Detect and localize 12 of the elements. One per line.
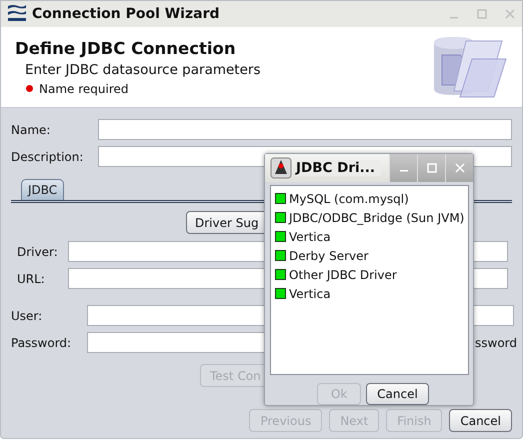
error-message: Name required bbox=[39, 82, 128, 96]
window-title: Connection Pool Wizard bbox=[32, 6, 220, 22]
page-subtitle: Enter JDBC datasource parameters bbox=[25, 62, 260, 78]
field-label: User: bbox=[11, 308, 44, 322]
field-label: URL: bbox=[17, 272, 46, 286]
dialog-title: JDBC Dri... bbox=[296, 160, 382, 176]
page-title: Define JDBC Connection bbox=[15, 38, 237, 58]
field-label: Name: bbox=[11, 122, 52, 136]
field-label: Driver: bbox=[17, 244, 59, 258]
field-label: Description: bbox=[11, 150, 84, 164]
option-label: ssword bbox=[475, 336, 517, 350]
field-label: Password: bbox=[11, 336, 72, 350]
